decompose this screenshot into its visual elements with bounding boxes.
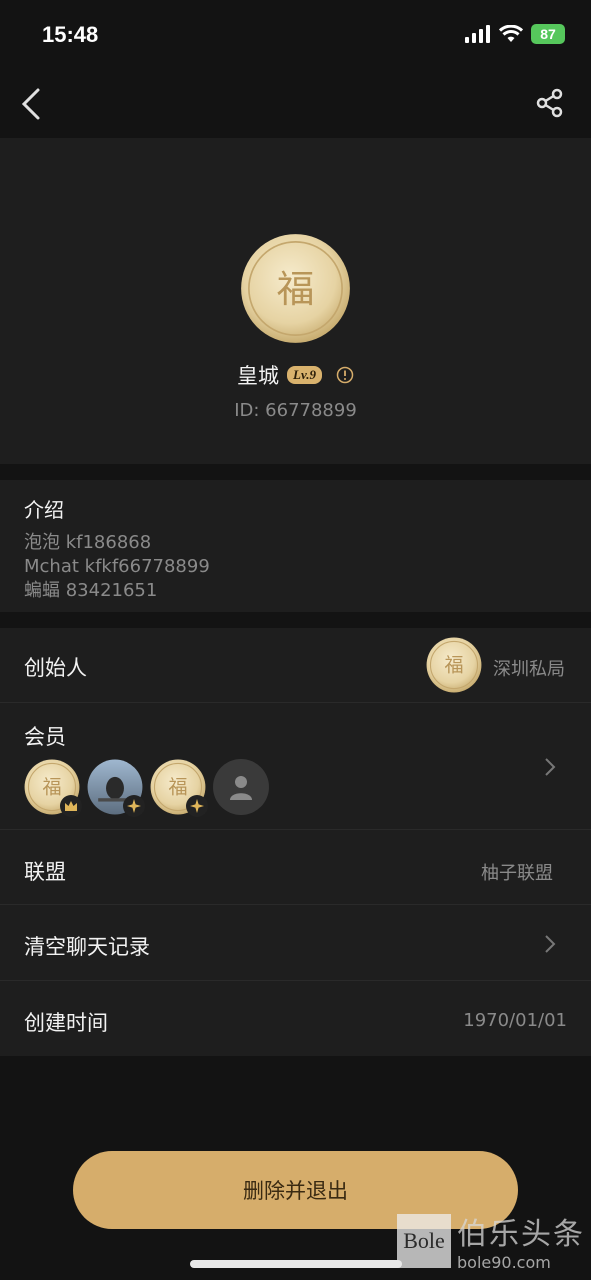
founder-row[interactable]: 创始人 福 深圳私局 xyxy=(0,628,591,703)
default-avatar-icon[interactable] xyxy=(213,759,269,815)
crown-icon xyxy=(60,795,82,817)
chevron-right-icon[interactable] xyxy=(541,758,559,776)
svg-text:福: 福 xyxy=(42,777,61,799)
svg-text:福: 福 xyxy=(277,267,315,311)
group-id: ID: 66778899 xyxy=(234,400,357,421)
created-time-value: 1970/01/01 xyxy=(463,1010,567,1031)
member-avatar[interactable] xyxy=(87,759,145,817)
member-avatar[interactable]: 福 xyxy=(24,759,82,817)
group-avatar[interactable]: 福 xyxy=(240,233,351,344)
sparkle-icon xyxy=(123,795,145,817)
member-avatar[interactable]: 福 xyxy=(150,759,208,817)
clear-history-row[interactable]: 清空聊天记录 xyxy=(0,905,591,981)
sparkle-icon xyxy=(186,795,208,817)
founder-avatar[interactable]: 福 xyxy=(426,637,482,693)
share-icon[interactable] xyxy=(535,88,565,118)
members-row[interactable]: 会员 福 福 xyxy=(0,703,591,830)
founder-label: 创始人 xyxy=(24,656,87,680)
group-details-list: 创始人 福 深圳私局 会员 福 福 联盟 柚子联盟 清空聊天记录 创建时间 19… xyxy=(0,628,591,1056)
home-indicator[interactable] xyxy=(190,1260,402,1268)
intro-section: 介绍 泡泡 kf186868 Mchat kfkf66778899 蝙蝠 834… xyxy=(0,480,591,612)
wifi-icon xyxy=(499,25,523,42)
svg-text:福: 福 xyxy=(168,777,187,799)
clear-history-label: 清空聊天记录 xyxy=(24,935,150,959)
member-avatars: 福 福 xyxy=(24,759,269,817)
level-badge: Lv.9 xyxy=(287,366,322,384)
status-icons: 87 xyxy=(465,24,565,44)
founder-name: 深圳私局 xyxy=(493,659,565,680)
watermark-url: bole90.com xyxy=(457,1253,551,1272)
watermark: Bole 伯乐头条 bole90.com xyxy=(397,1209,585,1272)
chevron-left-icon[interactable] xyxy=(14,84,54,124)
signal-icon xyxy=(465,25,490,43)
watermark-cn: 伯乐头条 xyxy=(457,1217,585,1252)
alliance-row[interactable]: 联盟 柚子联盟 xyxy=(0,830,591,905)
svg-text:福: 福 xyxy=(444,655,463,677)
watermark-logo: Bole xyxy=(397,1213,451,1268)
alliance-label: 联盟 xyxy=(24,860,66,884)
status-bar: 15:48 87 xyxy=(0,0,591,72)
intro-line: 泡泡 kf186868 xyxy=(24,532,152,553)
intro-title: 介绍 xyxy=(24,498,64,522)
group-name-row: 皇城 Lv.9 xyxy=(0,360,591,390)
members-label: 会员 xyxy=(24,725,66,749)
chevron-right-icon[interactable] xyxy=(541,935,559,953)
battery-icon: 87 xyxy=(531,24,565,44)
intro-line: Mchat kfkf66778899 xyxy=(24,556,210,577)
created-time-label: 创建时间 xyxy=(24,1011,108,1035)
group-profile-header: 福 皇城 Lv.9 ID: 66778899 xyxy=(0,138,591,464)
intro-line: 蝙蝠 83421651 xyxy=(24,580,158,601)
watermark-text: 伯乐头条 bole90.com xyxy=(457,1209,585,1272)
group-name: 皇城 xyxy=(237,364,279,388)
status-time: 15:48 xyxy=(42,22,99,47)
alliance-name: 柚子联盟 xyxy=(481,863,553,884)
created-time-row: 创建时间 1970/01/01 xyxy=(0,981,591,1056)
info-warning-icon[interactable] xyxy=(336,366,354,384)
nav-bar xyxy=(0,72,591,138)
